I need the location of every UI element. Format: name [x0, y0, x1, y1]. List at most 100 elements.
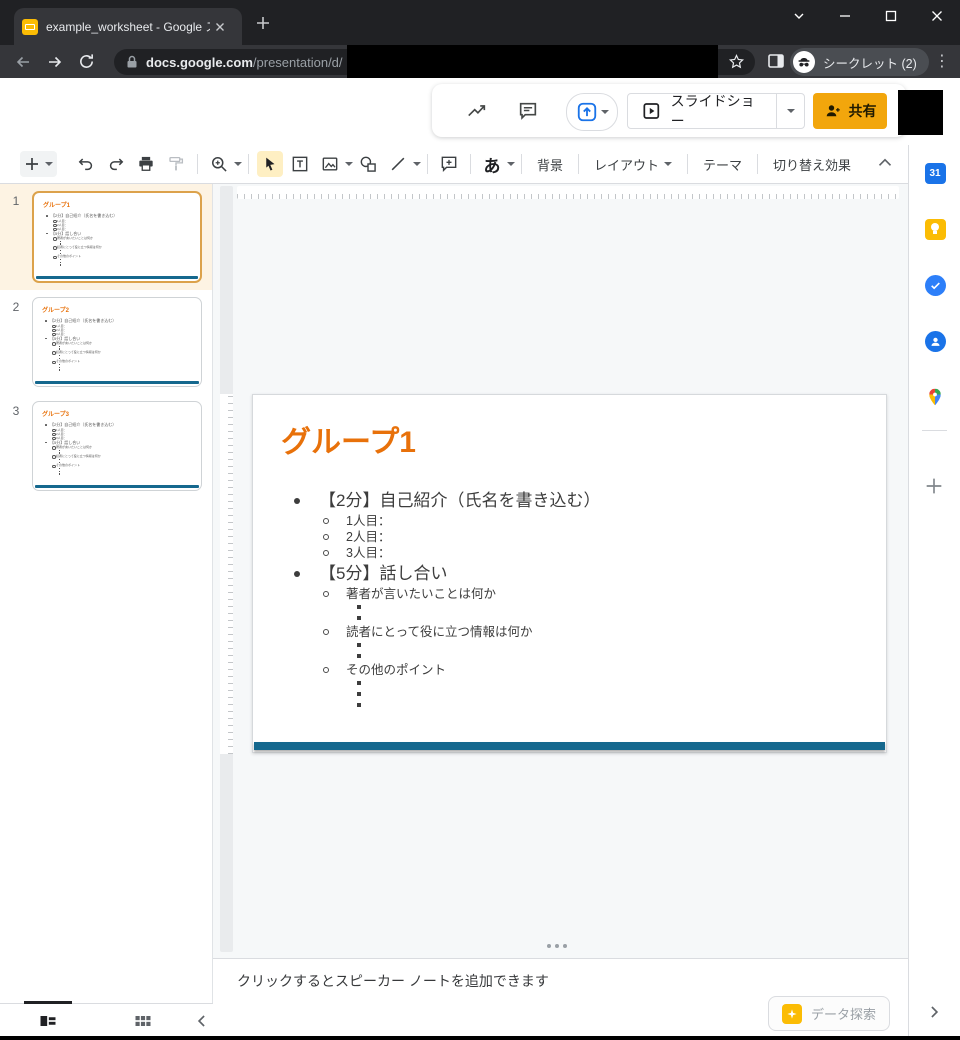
filmstrip-view-icon[interactable]: [38, 1011, 58, 1031]
bullet-l2: 2人目：: [253, 529, 886, 545]
bookmark-star-icon[interactable]: [728, 53, 745, 70]
slide-thumbnail[interactable]: グループ1【2分】自己紹介（氏名を書き込む）1人目：2人目：3人目：【5分】話し…: [32, 191, 202, 283]
collapse-toolbar-icon[interactable]: [874, 152, 896, 174]
present-button[interactable]: [566, 93, 618, 131]
window-minimize-button[interactable]: [822, 0, 868, 32]
text-format-tool[interactable]: あ: [479, 151, 505, 177]
circle-bullet-icon: [323, 534, 329, 540]
comment-history-icon[interactable]: [517, 100, 539, 122]
zoom-caret-icon[interactable]: [234, 162, 242, 166]
zoom-icon[interactable]: [206, 151, 232, 177]
disc-bullet-icon: [294, 571, 300, 577]
contacts-icon[interactable]: [924, 330, 946, 352]
slide-body-text[interactable]: 【2分】自己紹介（氏名を書き込む）1人目：2人目：3人目：【5分】話し合い著者が…: [253, 488, 886, 711]
new-tab-button[interactable]: [256, 16, 270, 30]
slideshow-label: スライドショー: [671, 91, 762, 131]
slide-thumbnail-row-3[interactable]: 3グループ3【2分】自己紹介（氏名を書き込む）1人目：2人目：3人目：【5分】話…: [0, 394, 212, 498]
slideshow-dropdown[interactable]: [776, 94, 804, 128]
slide-thumbnail-row-1[interactable]: 1グループ1【2分】自己紹介（氏名を書き込む）1人目：2人目：3人目：【5分】話…: [0, 184, 212, 290]
slide-filmstrip: 1グループ1【2分】自己紹介（氏名を書き込む）1人目：2人目：3人目：【5分】話…: [0, 184, 213, 1003]
bullet-l3: [34, 264, 200, 267]
bullet-l3: [253, 678, 886, 689]
speaker-notes-panel[interactable]: クリックするとスピーカー ノートを追加できます データ探索: [213, 958, 908, 1036]
image-caret-icon[interactable]: [345, 162, 353, 166]
keep-icon[interactable]: [924, 218, 946, 240]
bullet-l2: 1人目：: [253, 513, 886, 529]
browser-tab[interactable]: example_worksheet - Google スラ: [14, 8, 242, 45]
maps-icon[interactable]: [924, 386, 946, 408]
speaker-notes-placeholder[interactable]: クリックするとスピーカー ノートを追加できます: [237, 971, 549, 991]
calendar-icon[interactable]: 31: [924, 162, 946, 184]
tasks-icon[interactable]: [924, 274, 946, 296]
text-box-icon[interactable]: [287, 151, 313, 177]
bullet-l2: 著者が言いたいことは何か: [253, 586, 886, 602]
bullet-l2: その他のポイント: [253, 662, 886, 678]
tab-title: example_worksheet - Google スラ: [46, 18, 210, 35]
circle-bullet-icon: [323, 518, 329, 524]
text-format-caret-icon[interactable]: [507, 162, 515, 166]
select-tool-icon[interactable]: [257, 151, 283, 177]
layout-button[interactable]: レイアウト: [585, 155, 681, 174]
slide-title[interactable]: グループ1: [281, 417, 416, 461]
tab-close-icon[interactable]: [212, 19, 228, 35]
slide-canvas-area: グループ1 【2分】自己紹介（氏名を書き込む）1人目：2人目：3人目：【5分】話…: [213, 184, 908, 958]
share-button[interactable]: 共有: [813, 93, 887, 129]
print-icon[interactable]: [133, 151, 159, 177]
slides-favicon: [22, 19, 38, 35]
paint-format-icon[interactable]: [163, 151, 189, 177]
edit-toolbar: あ 背景 レイアウト テーマ 切り替え効果: [0, 145, 908, 184]
slideshow-play-icon: [642, 101, 661, 121]
bullet-l3: [253, 689, 886, 700]
shape-tool-icon[interactable]: [355, 151, 381, 177]
incognito-icon: [793, 51, 815, 73]
slide-number: 1: [0, 191, 32, 208]
slide-thumbnail[interactable]: グループ3【2分】自己紹介（氏名を書き込む）1人目：2人目：3人目：【5分】話し…: [32, 401, 202, 491]
slide-editor[interactable]: グループ1 【2分】自己紹介（氏名を書き込む）1人目：2人目：3人目：【5分】話…: [252, 394, 887, 753]
bullet-l3: [253, 640, 886, 651]
slideshow-button[interactable]: スライドショー: [627, 93, 805, 129]
line-caret-icon[interactable]: [413, 162, 421, 166]
account-avatar-redacted[interactable]: [898, 90, 943, 135]
collapse-filmstrip-icon[interactable]: [192, 1011, 212, 1031]
thumbnail-accent-bar: [36, 276, 198, 279]
forward-icon[interactable]: [46, 53, 64, 71]
window-menu-chevron-icon[interactable]: [776, 0, 822, 32]
line-tool-icon[interactable]: [385, 151, 411, 177]
slide-thumbnail-row-2[interactable]: 2グループ2【2分】自己紹介（氏名を書き込む）1人目：2人目：3人目：【5分】話…: [0, 290, 212, 394]
notes-resize-handle[interactable]: [547, 944, 567, 948]
reload-icon[interactable]: [78, 53, 95, 70]
square-bullet-icon: [357, 643, 361, 647]
circle-bullet-icon: [323, 591, 329, 597]
slide-thumbnail[interactable]: グループ2【2分】自己紹介（氏名を書き込む）1人目：2人目：3人目：【5分】話し…: [32, 297, 202, 387]
theme-button[interactable]: テーマ: [694, 155, 751, 174]
slideshow-main[interactable]: スライドショー: [628, 94, 776, 128]
activity-trend-icon[interactable]: [466, 100, 488, 122]
incognito-label: シークレット (2): [823, 53, 917, 72]
disc-bullet-icon: [45, 320, 47, 322]
square-bullet-icon: [59, 473, 60, 474]
add-addon-icon[interactable]: [923, 475, 945, 497]
window-maximize-button[interactable]: [868, 0, 914, 32]
disc-bullet-icon: [46, 233, 48, 235]
back-icon[interactable]: [14, 53, 32, 71]
new-slide-button[interactable]: [20, 151, 57, 177]
thumbnail-accent-bar: [35, 485, 199, 488]
square-bullet-icon: [60, 264, 61, 265]
collapse-side-panel-icon[interactable]: [924, 1002, 944, 1022]
redo-icon[interactable]: [103, 151, 129, 177]
explore-button[interactable]: データ探索: [768, 996, 890, 1031]
insert-image-icon[interactable]: [317, 151, 343, 177]
add-comment-icon[interactable]: [436, 151, 462, 177]
undo-icon[interactable]: [73, 151, 99, 177]
background-button[interactable]: 背景: [528, 155, 572, 174]
window-close-button[interactable]: [914, 0, 960, 32]
present-caret-icon[interactable]: [601, 110, 609, 114]
grid-view-icon[interactable]: [133, 1011, 153, 1031]
transition-button[interactable]: 切り替え効果: [764, 155, 860, 174]
explore-label: データ探索: [811, 1004, 876, 1023]
browser-menu-kebab-icon[interactable]: ⋮: [934, 52, 950, 71]
incognito-badge: シークレット (2): [790, 48, 929, 76]
url-domain: docs.google.com: [146, 55, 253, 70]
side-panel-icon[interactable]: [767, 52, 785, 70]
share-label: 共有: [849, 101, 877, 121]
